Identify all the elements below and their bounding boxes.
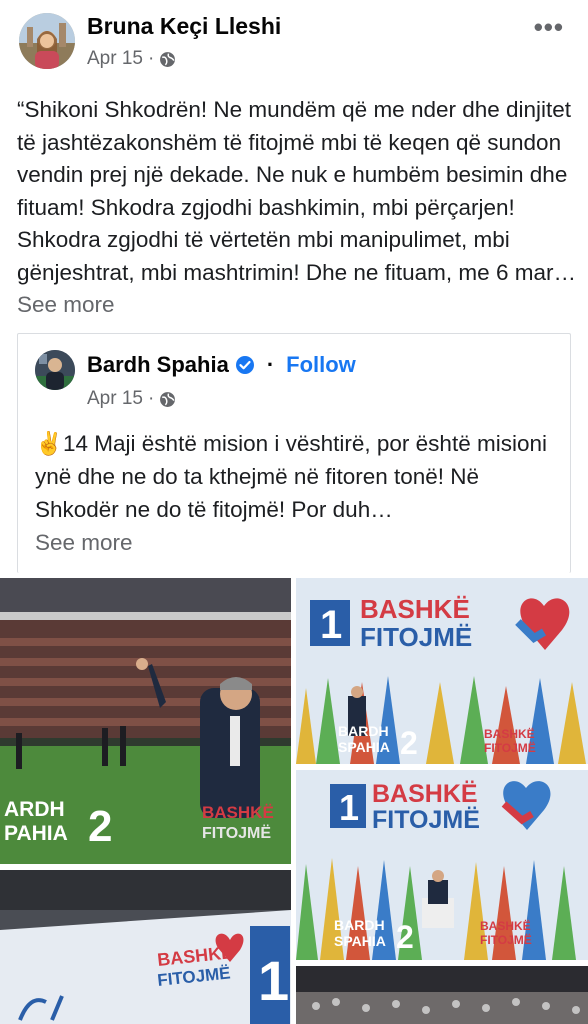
photo2-small-slogan-2: FITOJMË [484,740,536,755]
photo-stadium[interactable]: ARDH PAHIA 2 BASHKË FITOJMË [0,578,291,864]
verified-badge-icon [235,356,254,374]
globe-icon [160,51,176,67]
photo-campaign-banner-1[interactable]: 1 BASHKË FITOJMË BARDH SPAHIA 2 BASHKË F… [296,578,588,764]
photo3-small-slogan-1: BASHKË [480,918,531,933]
photo2-slogan-2: FITOJMË [360,622,472,652]
photo3-slogan-2: FITOJMË [372,806,480,834]
post-header: Bruna Keçi Lleshi Apr 15 · ••• [0,0,588,84]
shared-meta: Apr 15 · [87,388,176,410]
photo2-number: 2 [400,725,418,761]
author-avatar[interactable] [19,13,75,69]
photo-campaign-banner-2[interactable]: 1 BASHKË FITOJMË BARDH SPAHIA 2 BASHKË F… [296,770,588,960]
photo1-name-1: ARDH [4,798,65,821]
shared-date[interactable]: Apr 15 [87,388,143,410]
photo2-small-slogan-1: BASHKË [484,726,535,741]
photo1-name-2: PAHIA [4,822,68,845]
photo2-name-1: BARDH [338,723,389,739]
photo1-slogan-2: FITOJMË [202,824,271,842]
shared-post-card[interactable]: Bardh Spahia · Follow Apr 15 · ✌️14 Maji… [17,333,571,573]
post-text: “Shikoni Shkodrën! Ne mundëm që me nder … [17,94,577,322]
post-date[interactable]: Apr 15 [87,48,143,70]
shared-see-more-link[interactable]: See more [35,530,133,556]
follow-separator: · [266,352,275,377]
photo4-list-number: 1 [258,949,289,1012]
photo2-list-number: 1 [320,603,342,647]
shared-meta-separator: · [147,388,155,409]
shared-author-row: Bardh Spahia · Follow [87,352,356,378]
shared-post-text: ✌️14 Maji është mision i vështirë, por ë… [35,431,547,522]
photo2-slogan-1: BASHKË [360,594,470,624]
post-body: “Shikoni Shkodrën! Ne mundëm që me nder … [17,97,576,285]
photo-crowd[interactable] [296,966,588,1024]
photo3-list-number: 1 [339,787,359,828]
see-more-link[interactable]: See more [17,292,115,317]
meta-separator: · [147,48,155,69]
shared-author-avatar[interactable] [35,350,75,390]
photo3-number: 2 [396,919,414,955]
more-options-icon[interactable]: ••• [534,12,564,43]
photo1-slogan-1: BASHKË [202,803,274,822]
photo3-slogan-1: BASHKË [372,780,478,808]
photo-campaign-banner-3[interactable]: BASHKË FITOJMË 1 [0,870,291,1024]
post-author-name[interactable]: Bruna Keçi Lleshi [87,13,281,40]
follow-button[interactable]: Follow [286,352,356,378]
globe-icon [160,391,176,407]
photo3-name-2: SPAHIA [334,933,386,949]
shared-author-name[interactable]: Bardh Spahia [87,352,229,378]
photo2-name-2: SPAHIA [338,739,390,755]
photo3-name-1: BARDH [334,917,385,933]
photo3-small-slogan-2: FITOJMË [480,932,532,947]
post-meta: Apr 15 · [87,48,176,70]
photo1-number: 2 [88,802,112,851]
